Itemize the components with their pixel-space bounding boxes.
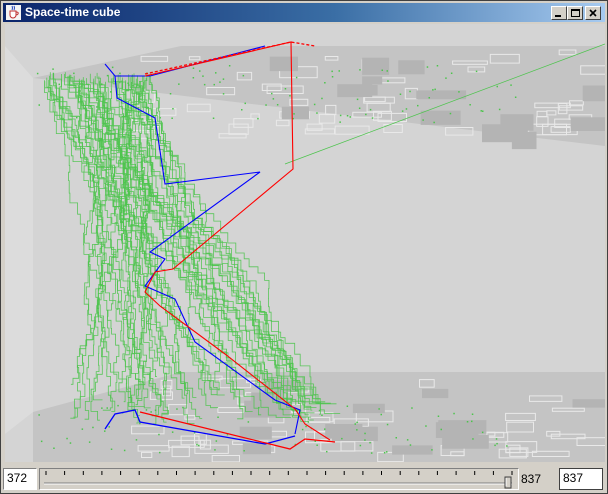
trajectory-line [52, 72, 285, 403]
minimize-icon [555, 15, 561, 17]
time-min-field[interactable]: 372 [3, 468, 37, 490]
slider-thumb[interactable] [504, 476, 512, 489]
close-icon [589, 9, 597, 17]
maximize-button[interactable] [567, 6, 583, 20]
close-button[interactable] [585, 6, 601, 20]
left-wall [5, 46, 33, 434]
slider-track[interactable] [40, 469, 518, 489]
space-time-cube-window: Space-time cube 372 837 837 [0, 0, 608, 494]
space-time-cube-view[interactable] [5, 24, 605, 462]
cube-canvas[interactable] [5, 24, 605, 462]
window-title: Space-time cube [25, 5, 121, 19]
slider-ticks [45, 471, 513, 475]
java-cup-icon [6, 5, 21, 20]
time-control-bar: 372 837 837 [3, 463, 607, 493]
time-current-field[interactable]: 837 [559, 468, 603, 490]
maximize-icon [571, 9, 580, 17]
title-bar[interactable]: Space-time cube [3, 3, 605, 22]
trajectory-line [44, 80, 312, 418]
time-slider[interactable] [39, 468, 519, 490]
minimize-button[interactable] [551, 6, 567, 20]
time-max-label: 837 [521, 472, 542, 486]
